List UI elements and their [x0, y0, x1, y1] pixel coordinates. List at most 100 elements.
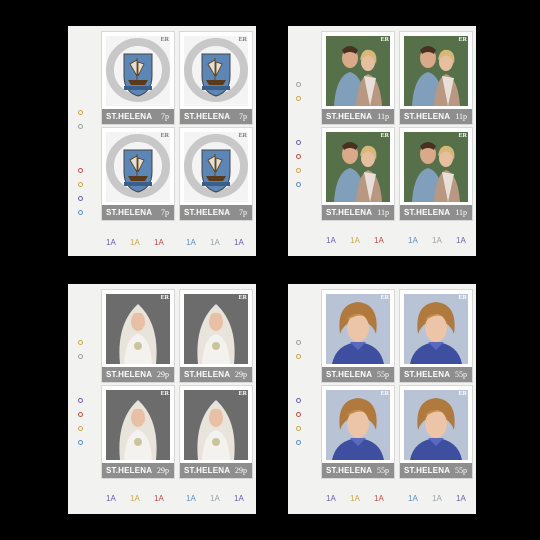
plate-number: 1A: [456, 236, 466, 245]
face-value: 7p: [161, 112, 169, 121]
royal-cypher: ER: [238, 37, 247, 43]
plate-number: 1A: [106, 494, 116, 503]
country-name: ST.HELENA: [184, 208, 231, 217]
face-value: 55p: [377, 370, 389, 379]
country-name: ST.HELENA: [404, 112, 451, 121]
country-name: ST.HELENA: [184, 370, 231, 379]
plate-number: 1A: [326, 494, 336, 503]
colour-dot: [296, 354, 301, 359]
colour-dot: [296, 426, 301, 431]
country-name: ST.HELENA: [106, 112, 153, 121]
bride-portrait-artwork: [106, 390, 170, 460]
royal-cypher: ER: [458, 295, 467, 301]
face-value: 11p: [455, 112, 467, 121]
plate-number: 1A: [374, 494, 384, 503]
bride-portrait-artwork: [184, 390, 248, 460]
stamp-7p: ER ST.HELENA 7p: [102, 32, 174, 124]
stamp-11p: ER ST.HELENA 11p: [322, 128, 394, 220]
country-name: ST.HELENA: [404, 208, 451, 217]
plate-number: 1A: [234, 494, 244, 503]
princess-portrait-artwork: [404, 390, 468, 460]
face-value: 55p: [455, 466, 467, 475]
royal-cypher: ER: [458, 37, 467, 43]
country-name: ST.HELENA: [184, 112, 231, 121]
stamp-29p: ER ST.HELENA 29p: [180, 386, 252, 478]
stamp-block-55p: ER ST.HELENA 55p ER ST.HELENA 55p ER ST.…: [288, 284, 476, 514]
royal-cypher: ER: [238, 391, 247, 397]
colour-dot: [296, 96, 301, 101]
stamp-11p: ER ST.HELENA 11p: [322, 32, 394, 124]
plate-number: 1A: [186, 494, 196, 503]
royal-cypher: ER: [160, 295, 169, 301]
stamp-55p: ER ST.HELENA 55p: [400, 290, 472, 382]
face-value: 11p: [377, 208, 389, 217]
country-name: ST.HELENA: [106, 208, 153, 217]
colour-dot: [296, 140, 301, 145]
colour-dot: [78, 210, 83, 215]
stamp-55p: ER ST.HELENA 55p: [400, 386, 472, 478]
stamp-block-11p: ER ST.HELENA 11p ER ST.HELENA 11p ER ST.…: [288, 26, 476, 256]
face-value: 55p: [377, 466, 389, 475]
couple-portrait-artwork: [326, 36, 390, 106]
face-value: 55p: [455, 370, 467, 379]
couple-portrait-artwork: [326, 132, 390, 202]
country-name: ST.HELENA: [106, 466, 153, 475]
stamp-55p: ER ST.HELENA 55p: [322, 386, 394, 478]
royal-cypher: ER: [160, 37, 169, 43]
colour-dot: [296, 398, 301, 403]
plate-number: 1A: [456, 494, 466, 503]
face-value: 29p: [235, 370, 247, 379]
princess-portrait-artwork: [326, 294, 390, 364]
shield-ship-artwork: [106, 36, 170, 106]
plate-number: 1A: [106, 238, 116, 247]
face-value: 29p: [157, 370, 169, 379]
royal-cypher: ER: [238, 295, 247, 301]
stamp-11p: ER ST.HELENA 11p: [400, 128, 472, 220]
plate-number: 1A: [432, 494, 442, 503]
stamp-7p: ER ST.HELENA 7p: [180, 128, 252, 220]
face-value: 7p: [161, 208, 169, 217]
stamp-block-29p: ER ST.HELENA 29p ER ST.HELENA 29p ER ST.…: [68, 284, 256, 514]
plate-number: 1A: [326, 236, 336, 245]
face-value: 29p: [157, 466, 169, 475]
country-name: ST.HELENA: [404, 370, 451, 379]
plate-number: 1A: [374, 236, 384, 245]
stamp-29p: ER ST.HELENA 29p: [180, 290, 252, 382]
stamp-55p: ER ST.HELENA 55p: [322, 290, 394, 382]
royal-cypher: ER: [458, 133, 467, 139]
country-name: ST.HELENA: [326, 466, 373, 475]
colour-dot: [78, 398, 83, 403]
princess-portrait-artwork: [326, 390, 390, 460]
colour-dot: [296, 340, 301, 345]
country-name: ST.HELENA: [326, 208, 373, 217]
plate-number: 1A: [154, 494, 164, 503]
colour-dot: [296, 154, 301, 159]
colour-dot: [78, 110, 83, 115]
royal-cypher: ER: [380, 37, 389, 43]
plate-number: 1A: [210, 494, 220, 503]
colour-dot: [296, 412, 301, 417]
plate-number: 1A: [154, 238, 164, 247]
royal-cypher: ER: [380, 133, 389, 139]
royal-cypher: ER: [380, 391, 389, 397]
royal-cypher: ER: [238, 133, 247, 139]
plate-number: 1A: [408, 236, 418, 245]
colour-dot: [296, 82, 301, 87]
colour-dot: [296, 182, 301, 187]
colour-dot: [78, 196, 83, 201]
country-name: ST.HELENA: [404, 466, 451, 475]
colour-dot: [78, 412, 83, 417]
stamp-block-7p: ER ST.HELENA 7p ER ST.HELENA 7p ER ST.HE…: [68, 26, 256, 256]
colour-dot: [78, 168, 83, 173]
plate-number: 1A: [130, 494, 140, 503]
colour-dot: [296, 168, 301, 173]
country-name: ST.HELENA: [326, 112, 373, 121]
plate-number: 1A: [408, 494, 418, 503]
bride-portrait-artwork: [106, 294, 170, 364]
country-name: ST.HELENA: [184, 466, 231, 475]
plate-number: 1A: [350, 236, 360, 245]
shield-ship-artwork: [184, 36, 248, 106]
face-value: 29p: [235, 466, 247, 475]
royal-cypher: ER: [380, 295, 389, 301]
colour-dot: [78, 124, 83, 129]
